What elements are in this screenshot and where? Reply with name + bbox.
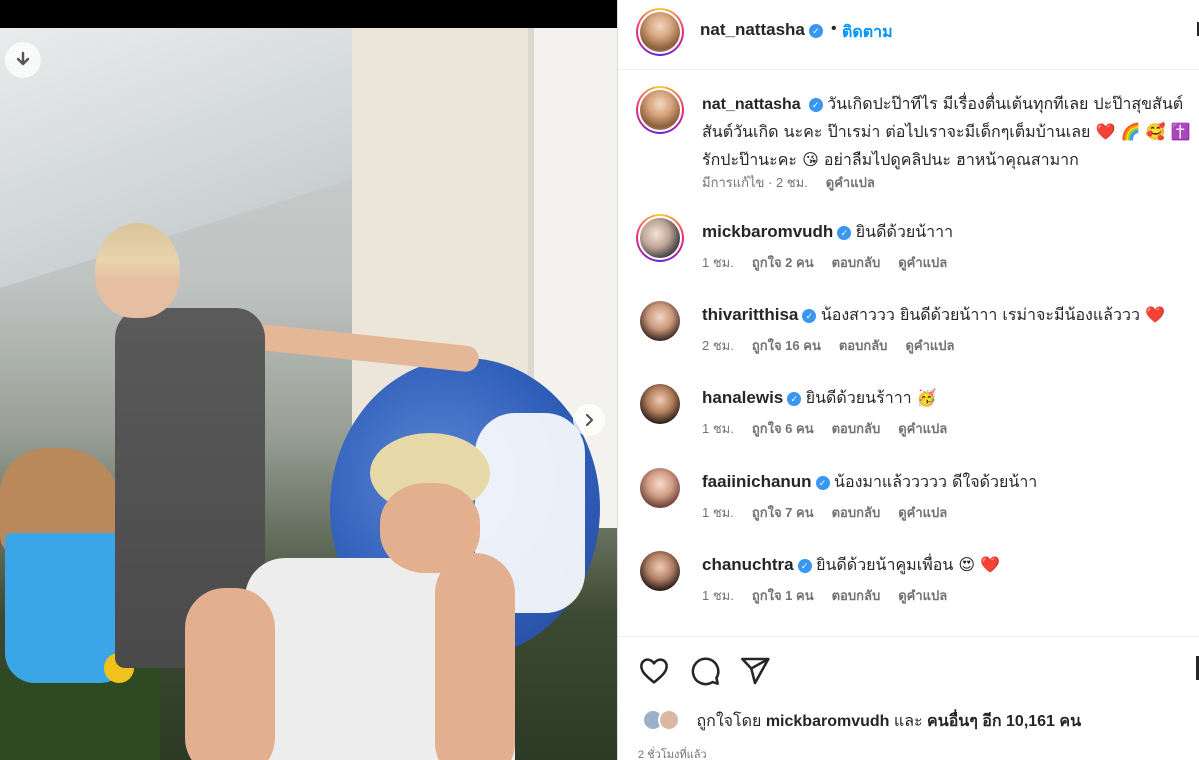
verified-badge-icon: ✓: [787, 392, 802, 406]
post-side-panel: nat_nattasha ✓ • ติดตาม nat_nattasha ✓ วัน…: [617, 0, 1199, 760]
comment-item: faaiinichanun ✓ น้องมาแล้ววววว ดีใจด้วยน้…: [618, 468, 1199, 550]
comment-reply-button[interactable]: ตอบกลับ: [832, 255, 881, 270]
comment-avatar[interactable]: [640, 301, 680, 341]
comment-avatar-inner: [638, 216, 682, 260]
verified-badge-icon: ✓: [808, 24, 823, 38]
comment-translate-link[interactable]: ดูคำแปล: [898, 421, 947, 436]
post-caption: nat_nattasha ✓ วันเกิดปะป๊าทีไร มีเรื่องต…: [702, 90, 1197, 174]
photo-man-arm-left: [185, 588, 275, 760]
liker-avatars: [642, 709, 686, 731]
post-image: [0, 28, 617, 760]
comment-avatar-image: [640, 218, 680, 258]
author-avatar-inner: [638, 10, 682, 54]
comment-item: mickbaromvudh ✓ ยินดีด้วยน้าาา 1 ชม. ถูกใจ…: [618, 214, 1199, 300]
post-photo: [0, 0, 617, 760]
comment-meta: 1 ชม. ถูกใจ 6 คน ตอบกลับ ดูคำแปล: [702, 418, 965, 439]
comment-username[interactable]: thivaritthisa: [702, 305, 798, 324]
comment-avatar[interactable]: [640, 468, 680, 508]
comment-meta: 1 ชม. ถูกใจ 7 คน ตอบกลับ ดูคำแปล: [702, 502, 965, 523]
likes-others[interactable]: คนอื่นๆ อีก 10,161 คน: [927, 713, 1081, 730]
comment-text: faaiinichanun ✓ น้องมาแล้ววววว ดีใจด้วยน้…: [702, 470, 1037, 495]
likes-prefix: ถูกใจโดย: [696, 713, 762, 730]
comment-reply-button[interactable]: ตอบกลับ: [832, 421, 881, 436]
comment-reply-button[interactable]: ตอบกลับ: [832, 588, 881, 603]
comment-time: 2 ชม.: [702, 338, 734, 353]
photo-man-arm-right: [435, 553, 515, 760]
caption-author-avatar[interactable]: [636, 86, 684, 134]
verified-badge-icon: ✓: [837, 226, 852, 240]
liker-avatar: [658, 709, 680, 731]
comment-item: thivaritthisa ✓ น้องสาววว ยินดีด้วยน้าาา …: [618, 301, 1199, 383]
photo-man-face: [380, 483, 480, 573]
likes-conj: และ: [893, 713, 923, 730]
comment-item: chanuchtra ✓ ยินดีด้วยน้าคูมเพื่อน 😍 ❤️ 1…: [618, 551, 1199, 633]
comment-time: 1 ชม.: [702, 255, 734, 270]
comment-translate-link[interactable]: ดูคำแปล: [898, 588, 947, 603]
caption-author-avatar-inner: [638, 88, 682, 132]
separator-dot: •: [831, 20, 837, 37]
comment-body: ยินดีด้วยนร้าาา 🥳: [805, 388, 937, 407]
comment-avatar[interactable]: [640, 384, 680, 424]
comment-username[interactable]: chanuchtra: [702, 555, 794, 574]
comment-likes[interactable]: ถูกใจ 2 คน: [752, 255, 814, 270]
comment-body: น้องมาแล้ววววว ดีใจด้วยน้าา: [834, 472, 1038, 491]
verified-badge-icon: ✓: [808, 98, 823, 112]
comment-username[interactable]: faaiinichanun: [702, 472, 812, 491]
comment-meta: 2 ชม. ถูกใจ 16 คน ตอบกลับ ดูคำแปล: [702, 335, 972, 356]
post-header: nat_nattasha ✓ • ติดตาม: [618, 0, 1199, 70]
post-actions: ถูกใจโดย mickbaromvudh และ คนอื่นๆ อีก 1…: [618, 636, 1199, 760]
comment-icon[interactable]: [689, 655, 721, 687]
comment-text: mickbaromvudh ✓ ยินดีด้วยน้าาา: [702, 220, 953, 245]
comment-username[interactable]: hanalewis: [702, 388, 783, 407]
comment-body: ยินดีด้วยน้าาา: [855, 222, 954, 241]
caption-author-avatar-image: [640, 90, 680, 130]
photo-woman-head: [95, 223, 180, 318]
comment-text: chanuchtra ✓ ยินดีด้วยน้าคูมเพื่อน 😍 ❤️: [702, 553, 1000, 578]
comment-translate-link[interactable]: ดูคำแปล: [905, 338, 954, 353]
verified-badge-icon: ✓: [815, 476, 830, 490]
comment-avatar[interactable]: [636, 214, 684, 262]
comment-reply-button[interactable]: ตอบกลับ: [832, 505, 881, 520]
comment-meta: 1 ชม. ถูกใจ 2 คน ตอบกลับ ดูคำแปล: [702, 252, 965, 273]
share-icon[interactable]: [739, 655, 771, 687]
author-avatar[interactable]: [636, 8, 684, 56]
caption-translate-link[interactable]: ดูคำแปล: [826, 175, 875, 190]
comment-text: hanalewis ✓ ยินดีด้วยนร้าาา 🥳: [702, 386, 937, 411]
heart-icon[interactable]: [638, 655, 670, 687]
comment-meta: 1 ชม. ถูกใจ 1 คน ตอบกลับ ดูคำแปล: [702, 585, 965, 606]
comment-likes[interactable]: ถูกใจ 1 คน: [752, 588, 814, 603]
author-username[interactable]: nat_nattasha ✓: [700, 20, 823, 40]
comment-translate-link[interactable]: ดูคำแปล: [898, 505, 947, 520]
author-avatar-image: [640, 12, 680, 52]
comment-text: thivaritthisa ✓ น้องสาววว ยินดีด้วยน้าาา …: [702, 303, 1165, 328]
download-button[interactable]: [5, 42, 41, 78]
download-icon: [16, 51, 30, 66]
caption-meta: มีการแก้ไข · 2 ชม. ดูคำแปล: [702, 172, 893, 193]
comment-time: 1 ชม.: [702, 421, 734, 436]
chevron-right-icon: [585, 413, 594, 427]
posted-time: 2 ชั่วโมงที่แล้ว: [638, 749, 707, 760]
comment-body: ยินดีด้วยน้าคูมเพื่อน 😍 ❤️: [816, 555, 1001, 574]
follow-button[interactable]: ติดตาม: [842, 20, 893, 45]
comment-translate-link[interactable]: ดูคำแปล: [898, 255, 947, 270]
likes-user[interactable]: mickbaromvudh: [766, 713, 890, 730]
likes-summary: ถูกใจโดย mickbaromvudh และ คนอื่นๆ อีก 1…: [642, 709, 1081, 734]
next-image-button[interactable]: [573, 404, 605, 436]
verified-badge-icon: ✓: [802, 309, 817, 323]
comment-item: hanalewis ✓ ยินดีด้วยนร้าาา 🥳 1 ชม. ถูกใจ …: [618, 384, 1199, 466]
comment-avatar[interactable]: [640, 551, 680, 591]
verified-badge-icon: ✓: [797, 559, 812, 573]
comment-reply-button[interactable]: ตอบกลับ: [839, 338, 888, 353]
photo-man: [185, 433, 515, 760]
comment-time: 1 ชม.: [702, 505, 734, 520]
comment-time: 1 ชม.: [702, 588, 734, 603]
comment-username[interactable]: mickbaromvudh: [702, 222, 833, 241]
caption-username[interactable]: nat_nattasha: [702, 96, 801, 113]
comment-likes[interactable]: ถูกใจ 6 คน: [752, 421, 814, 436]
comment-body: น้องสาววว ยินดีด้วยน้าาา เรม่าจะมีน้องแล…: [820, 305, 1165, 324]
comment-likes[interactable]: ถูกใจ 7 คน: [752, 505, 814, 520]
author-username-text[interactable]: nat_nattasha: [700, 20, 805, 39]
caption-edited-time: มีการแก้ไข · 2 ชม.: [702, 175, 808, 190]
comment-likes[interactable]: ถูกใจ 16 คน: [752, 338, 821, 353]
